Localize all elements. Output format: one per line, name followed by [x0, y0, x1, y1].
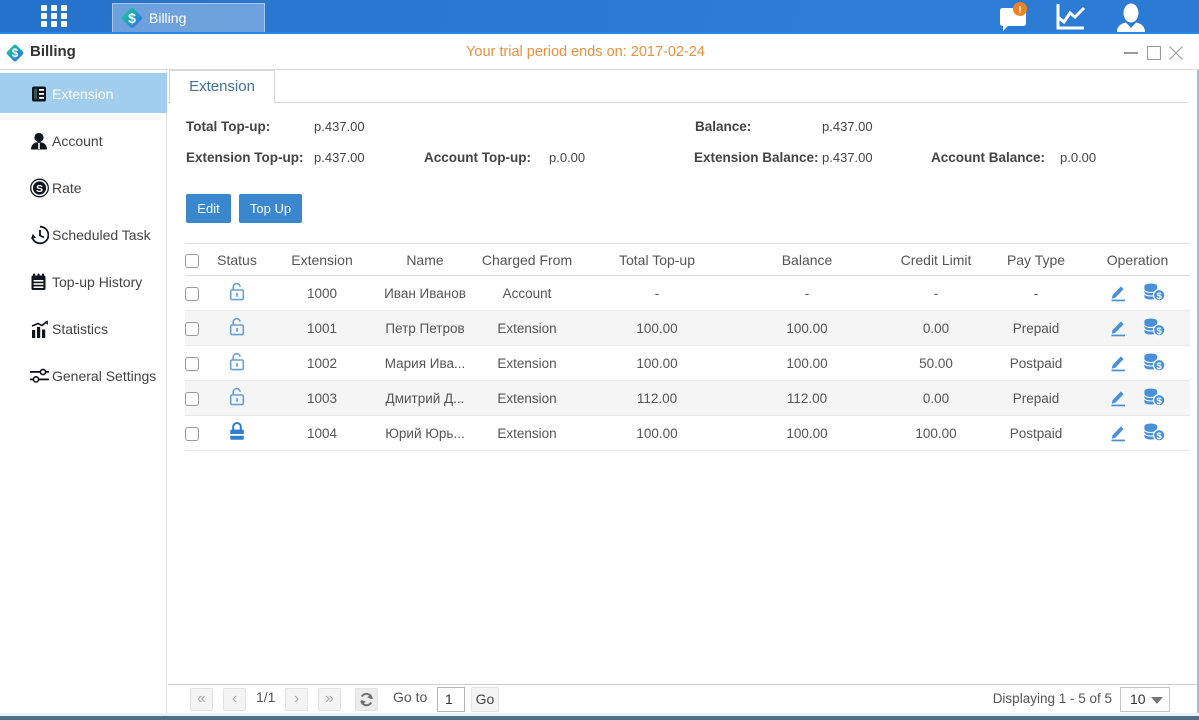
svg-text:$: $	[128, 10, 136, 26]
svg-text:!: !	[1018, 5, 1021, 16]
svg-text:S: S	[36, 182, 43, 194]
